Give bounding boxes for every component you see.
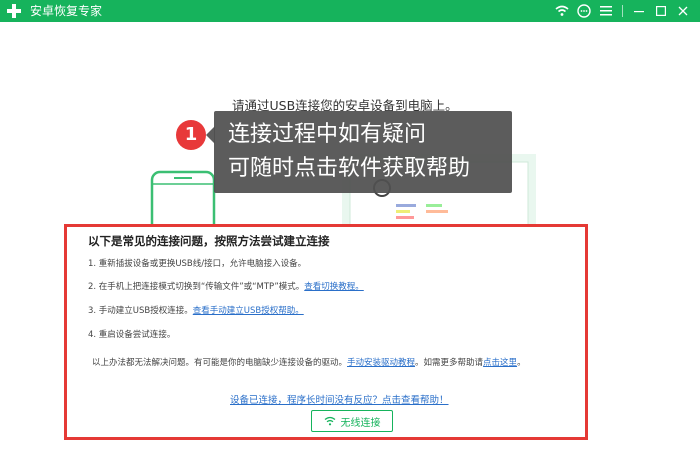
help-step-3: 3. 手动建立USB授权连接。查看手动建立USB授权帮助。 — [88, 304, 304, 316]
wifi-icon — [324, 416, 335, 426]
note-middle: 。如需更多帮助请 — [415, 358, 484, 368]
minimize-icon[interactable] — [628, 0, 650, 22]
switch-mode-tutorial-link[interactable]: 查看切换教程。 — [304, 282, 364, 292]
help-step-4: 4. 重启设备尝试连接。 — [88, 328, 175, 340]
help-step-1: 1. 重新插拔设备或更换USB线/接口，允许电脑接入设备。 — [88, 257, 306, 269]
title-bar: 安卓恢复专家 — [0, 0, 700, 22]
step-badge: 1 — [176, 120, 206, 150]
note-prefix: 以上办法都无法解决问题。有可能是你的电脑缺少连接设备的驱动。 — [92, 358, 348, 368]
help-title: 以下是常见的连接问题，按照方法尝试建立连接 — [88, 234, 330, 248]
wireless-connect-button[interactable]: 无线连接 — [311, 410, 393, 432]
maximize-icon[interactable] — [650, 0, 672, 22]
app-title: 安卓恢复专家 — [30, 4, 103, 18]
tooltip-line-1: 连接过程中如有疑问 — [228, 122, 427, 147]
driver-install-tutorial-link[interactable]: 手动安装驱动教程 — [347, 358, 415, 368]
no-response-help-link[interactable]: 设备已连接，程序长时间没有反应？点击查看帮助！ — [230, 392, 449, 406]
step-text: 3. 手动建立USB授权连接。 — [88, 306, 193, 316]
window-controls — [551, 0, 694, 22]
chat-icon[interactable] — [573, 0, 595, 22]
divider — [622, 5, 623, 17]
usb-auth-help-link[interactable]: 查看手动建立USB授权帮助。 — [193, 306, 304, 316]
help-step-2: 2. 在手机上把连接模式切换到“传输文件”或“MTP”模式。查看切换教程。 — [88, 280, 364, 292]
note-suffix: 。 — [517, 358, 526, 368]
app-logo-icon — [7, 4, 21, 18]
wireless-button-label: 无线连接 — [340, 417, 381, 429]
step-text: 1. 重新插拔设备或更换USB线/接口，允许电脑接入设备。 — [88, 259, 307, 269]
tooltip-line-2: 可随时点击软件获取帮助 — [228, 156, 471, 181]
close-icon[interactable] — [672, 0, 694, 22]
menu-icon[interactable] — [595, 0, 617, 22]
step-text: 4. 重启设备尝试连接。 — [88, 330, 176, 340]
step-text: 2. 在手机上把连接模式切换到“传输文件”或“MTP”模式。 — [88, 282, 305, 292]
wifi-icon[interactable] — [551, 0, 573, 22]
click-here-link[interactable]: 点击这里 — [483, 358, 517, 368]
driver-note: 以上办法都无法解决问题。有可能是你的电脑缺少连接设备的驱动。手动安装驱动教程。如… — [92, 356, 526, 368]
connection-help-panel: 以下是常见的连接问题，按照方法尝试建立连接 1. 重新插拔设备或更换USB线/接… — [64, 224, 588, 440]
